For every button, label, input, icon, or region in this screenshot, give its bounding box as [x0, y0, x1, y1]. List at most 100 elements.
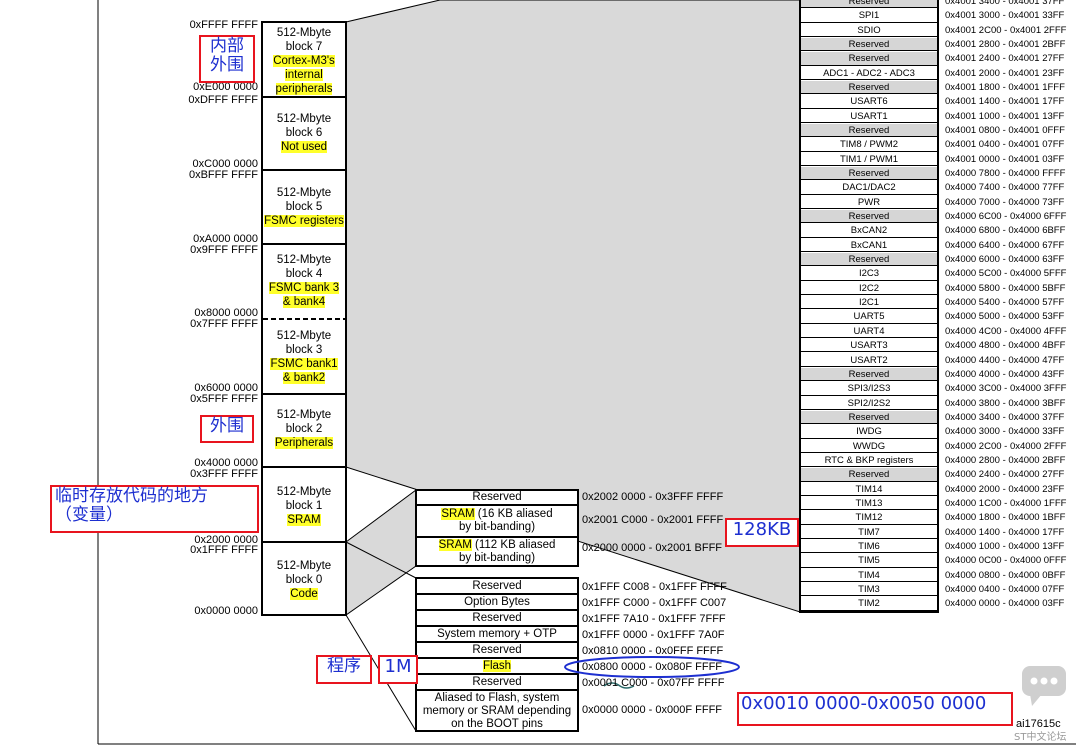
sram-16kb-line2: by bit-banding): [458, 521, 536, 533]
code-row-7-line1: Aliased to Flash, system: [434, 692, 560, 704]
peripheral-row-range: 0x4000 3000 - 0x4000 33FF: [945, 426, 1065, 438]
block-4-size: 512-Mbyte: [276, 254, 332, 266]
peripheral-row-range: 0x4001 3000 - 0x4001 33FF: [945, 10, 1065, 22]
peripheral-row-range: 0x4000 1C00 - 0x4000 1FFF: [945, 497, 1067, 509]
block-6: 512-Mbyte block 6 Not used: [262, 112, 346, 154]
peripheral-row-name: SPI1: [801, 9, 937, 23]
peripheral-row-name: Reserved: [801, 410, 937, 425]
sram-112kb-label: SRAM (112 KB aliased by bit-banding): [416, 539, 578, 565]
peripheral-row-name: I2C1: [801, 296, 937, 310]
peripheral-row-range: 0x4000 6400 - 0x4000 67FF: [945, 239, 1065, 251]
peripheral-row-range: 0x4000 1400 - 0x4000 17FF: [945, 526, 1065, 538]
code-row-7-range: 0x0000 0000 - 0x000F FFFF: [582, 704, 723, 716]
peripheral-row-name: TIM8 / PWM2: [801, 138, 937, 152]
peripheral-row-range: 0x4001 1800 - 0x4001 1FFF: [945, 82, 1065, 94]
figure-id: ai17615c: [1016, 718, 1061, 730]
peripheral-row-range: 0x4000 1000 - 0x4000 13FF: [945, 540, 1065, 552]
peripheral-row-range: 0x4000 3400 - 0x4000 37FF: [945, 411, 1065, 423]
code-row-4-label: Reserved: [472, 644, 522, 656]
annotation-internal-peripheral: 内部 外围: [199, 35, 255, 83]
block-7: 512-Mbyte block 7 Cortex-M3's internal p…: [262, 26, 346, 96]
block-2-desc: Peripherals: [274, 437, 334, 449]
peripheral-row-range: 0x4001 2800 - 0x4001 2BFF: [945, 39, 1066, 51]
peripheral-row-name: Reserved: [801, 468, 937, 482]
addr-block0-bottom: 0x0000 0000: [194, 605, 258, 617]
annotation-peripheral: 外围: [200, 415, 254, 443]
peripheral-row-range: 0x4000 5000 - 0x4000 53FF: [945, 311, 1065, 323]
peripheral-row-range: 0x4000 1800 - 0x4000 1BFF: [945, 512, 1066, 524]
peripheral-row-range: 0x4000 6C00 - 0x4000 6FFF: [945, 211, 1067, 223]
block-4-desc-2: & bank4: [282, 296, 326, 308]
annotation-sram-size: 128KB: [725, 518, 799, 547]
peripheral-row-range: 0x4001 2C00 - 0x4001 2FFF: [945, 24, 1067, 36]
block-5-size: 512-Mbyte: [276, 187, 332, 199]
peripheral-row-name: TIM3: [801, 583, 937, 597]
code-row-6-range: 0x0001 C000 - 0x07FF FFFF: [582, 677, 725, 689]
block-2: 512-Mbyte block 2 Peripherals: [262, 408, 346, 450]
peripheral-row-name: USART3: [801, 339, 937, 353]
addr-block3-top: 0x7FFF FFFF: [190, 318, 258, 330]
code-row-1-label: Option Bytes: [464, 596, 530, 608]
peripheral-row-range: 0x4000 2000 - 0x4000 23FF: [945, 483, 1065, 495]
peripheral-row-range: 0x4000 0400 - 0x4000 07FF: [945, 583, 1065, 595]
code-row-2-label: Reserved: [472, 612, 522, 624]
peripheral-row-name: TIM12: [801, 511, 937, 525]
peripheral-row-range: 0x4000 0C00 - 0x4000 0FFF: [945, 555, 1067, 567]
peripheral-row-range: 0x4001 1400 - 0x4001 17FF: [945, 96, 1065, 108]
block-6-number: block 6: [285, 127, 323, 139]
peripheral-row-range: 0x4000 7000 - 0x4000 73FF: [945, 196, 1065, 208]
block-3-desc-2: & bank2: [282, 372, 326, 384]
peripheral-row-name: TIM5: [801, 554, 937, 568]
peripheral-row-name: UART5: [801, 310, 937, 324]
sram-112kb-hl: SRAM: [438, 539, 472, 551]
peripheral-row-name: Reserved: [801, 81, 937, 95]
sram-112kb-range: 0x2000 0000 - 0x2001 BFFF: [582, 542, 723, 554]
annotation-range-note: 0x0010 0000-0x0050 0000: [737, 692, 1013, 726]
block-7-desc-1: Cortex-M3's: [273, 55, 335, 67]
peripheral-row-range: 0x4000 4800 - 0x4000 4BFF: [945, 340, 1066, 352]
code-row-2-range: 0x1FFF 7A10 - 0x1FFF 7FFF: [582, 613, 726, 625]
peripheral-row-range: 0x4000 5800 - 0x4000 5BFF: [945, 282, 1066, 294]
sram-16kb-label: SRAM (16 KB aliased by bit-banding): [416, 508, 578, 534]
block-2-size: 512-Mbyte: [276, 409, 332, 421]
block-1-number: block 1: [285, 500, 323, 512]
sram-reserved-label: Reserved: [472, 491, 522, 503]
block-0-size: 512-Mbyte: [276, 560, 332, 572]
peripheral-row-range: 0x4001 0800 - 0x4001 0FFF: [945, 125, 1065, 137]
sram-projection: [345, 489, 417, 616]
peripheral-row-range: 0x4000 3C00 - 0x4000 3FFF: [945, 383, 1067, 395]
peripheral-row-name: I2C2: [801, 282, 937, 296]
sram-16kb-rest: (16 KB aliased: [474, 508, 553, 520]
code-row-1-range: 0x1FFF C000 - 0x1FFF C007: [582, 597, 727, 609]
block-5: 512-Mbyte block 5 FSMC registers: [262, 186, 346, 228]
peripheral-row-name: TIM2: [801, 597, 937, 611]
block-6-size: 512-Mbyte: [276, 113, 332, 125]
sram-reserved-range: 0x2002 0000 - 0x3FFF FFFF: [582, 491, 724, 503]
addr-block5-top: 0xBFFF FFFF: [188, 169, 258, 181]
peripheral-row-name: PWR: [801, 196, 937, 210]
chat-bubble-icon: [1022, 666, 1066, 706]
peripheral-row-name: Reserved: [801, 38, 937, 52]
annotation-program: 程序: [316, 655, 372, 684]
peripheral-row-name: TIM13: [801, 497, 937, 511]
block-0-number: block 0: [285, 574, 323, 586]
peripheral-row-name: SPI2/I2S2: [801, 397, 937, 410]
sram-112kb-rest: (112 KB aliased: [471, 539, 556, 551]
peripheral-row-name: UART4: [801, 325, 937, 339]
code-row-5-label: Flash: [416, 660, 578, 673]
peripheral-row-name: Reserved: [801, 367, 937, 382]
peripheral-row-name: Reserved: [801, 210, 937, 224]
sram-16kb-hl: SRAM: [441, 508, 475, 520]
sram-112kb-line2: by bit-banding): [458, 552, 536, 564]
watermark-text: ST中文论坛: [1014, 732, 1067, 743]
addr-block1-top: 0x3FFF FFFF: [190, 468, 258, 480]
peripheral-row-name: IWDG: [801, 425, 937, 439]
sram-16kb-range: 0x2001 C000 - 0x2001 FFFF: [582, 514, 724, 526]
code-row-4-range: 0x0810 0000 - 0x0FFF FFFF: [582, 645, 724, 657]
peripheral-row-name: SPI3/I2S3: [801, 382, 937, 396]
flash-label: Flash: [482, 660, 512, 672]
peripheral-row-range: 0x4000 7400 - 0x4000 77FF: [945, 182, 1065, 194]
code-row-3-label: System memory + OTP: [437, 628, 557, 640]
peripheral-row-range: 0x4000 2400 - 0x4000 27FF: [945, 469, 1065, 481]
addr-block7-bottom: 0xE000 0000: [193, 81, 258, 93]
